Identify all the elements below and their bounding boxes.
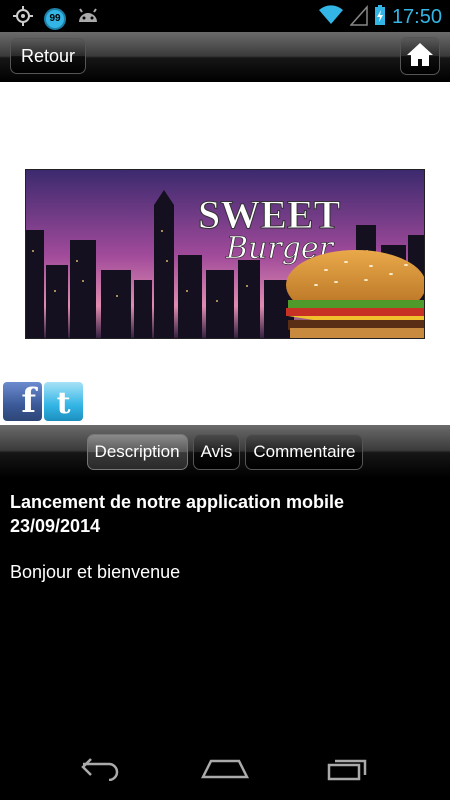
home-button[interactable] [400, 37, 440, 75]
twitter-icon: t [56, 386, 71, 421]
navigation-bar [0, 740, 450, 800]
banner-image: SWEET Burger [25, 169, 425, 339]
tab-bar: Description Avis Commentaire [0, 425, 450, 478]
social-buttons: f t [3, 381, 83, 421]
article-body: Bonjour et bienvenue [10, 562, 181, 582]
back-nav-icon[interactable] [79, 755, 123, 786]
signal-icon [349, 4, 368, 31]
home-nav-icon[interactable] [200, 755, 250, 786]
wifi-icon [318, 4, 344, 31]
app-header: Retour [0, 32, 450, 82]
back-button[interactable]: Retour [10, 38, 87, 74]
burger-illustration [286, 250, 424, 338]
twitter-button[interactable]: t [44, 382, 83, 421]
facebook-icon: f [21, 381, 36, 421]
gps-icon [12, 5, 34, 32]
tab-avis[interactable]: Avis [192, 433, 241, 470]
tab-description[interactable]: Description [86, 433, 188, 470]
home-icon [406, 41, 434, 72]
tab-commentaire[interactable]: Commentaire [245, 433, 364, 470]
article-title: Lancement de notre application mobile [10, 492, 345, 512]
article: Lancement de notre application mobile 23… [10, 490, 440, 583]
battery-charging-icon [374, 4, 386, 31]
content-area: SWEET Burger f t [0, 82, 450, 425]
status-bar: 99 17:50 [0, 0, 450, 32]
clock: 17:50 [391, 6, 442, 28]
notification-badge-icon: 99 [44, 7, 66, 30]
article-date: 23/09/2014 [10, 516, 101, 536]
recent-apps-icon[interactable] [327, 755, 371, 786]
facebook-button[interactable]: f [3, 381, 42, 421]
android-icon [76, 6, 100, 31]
